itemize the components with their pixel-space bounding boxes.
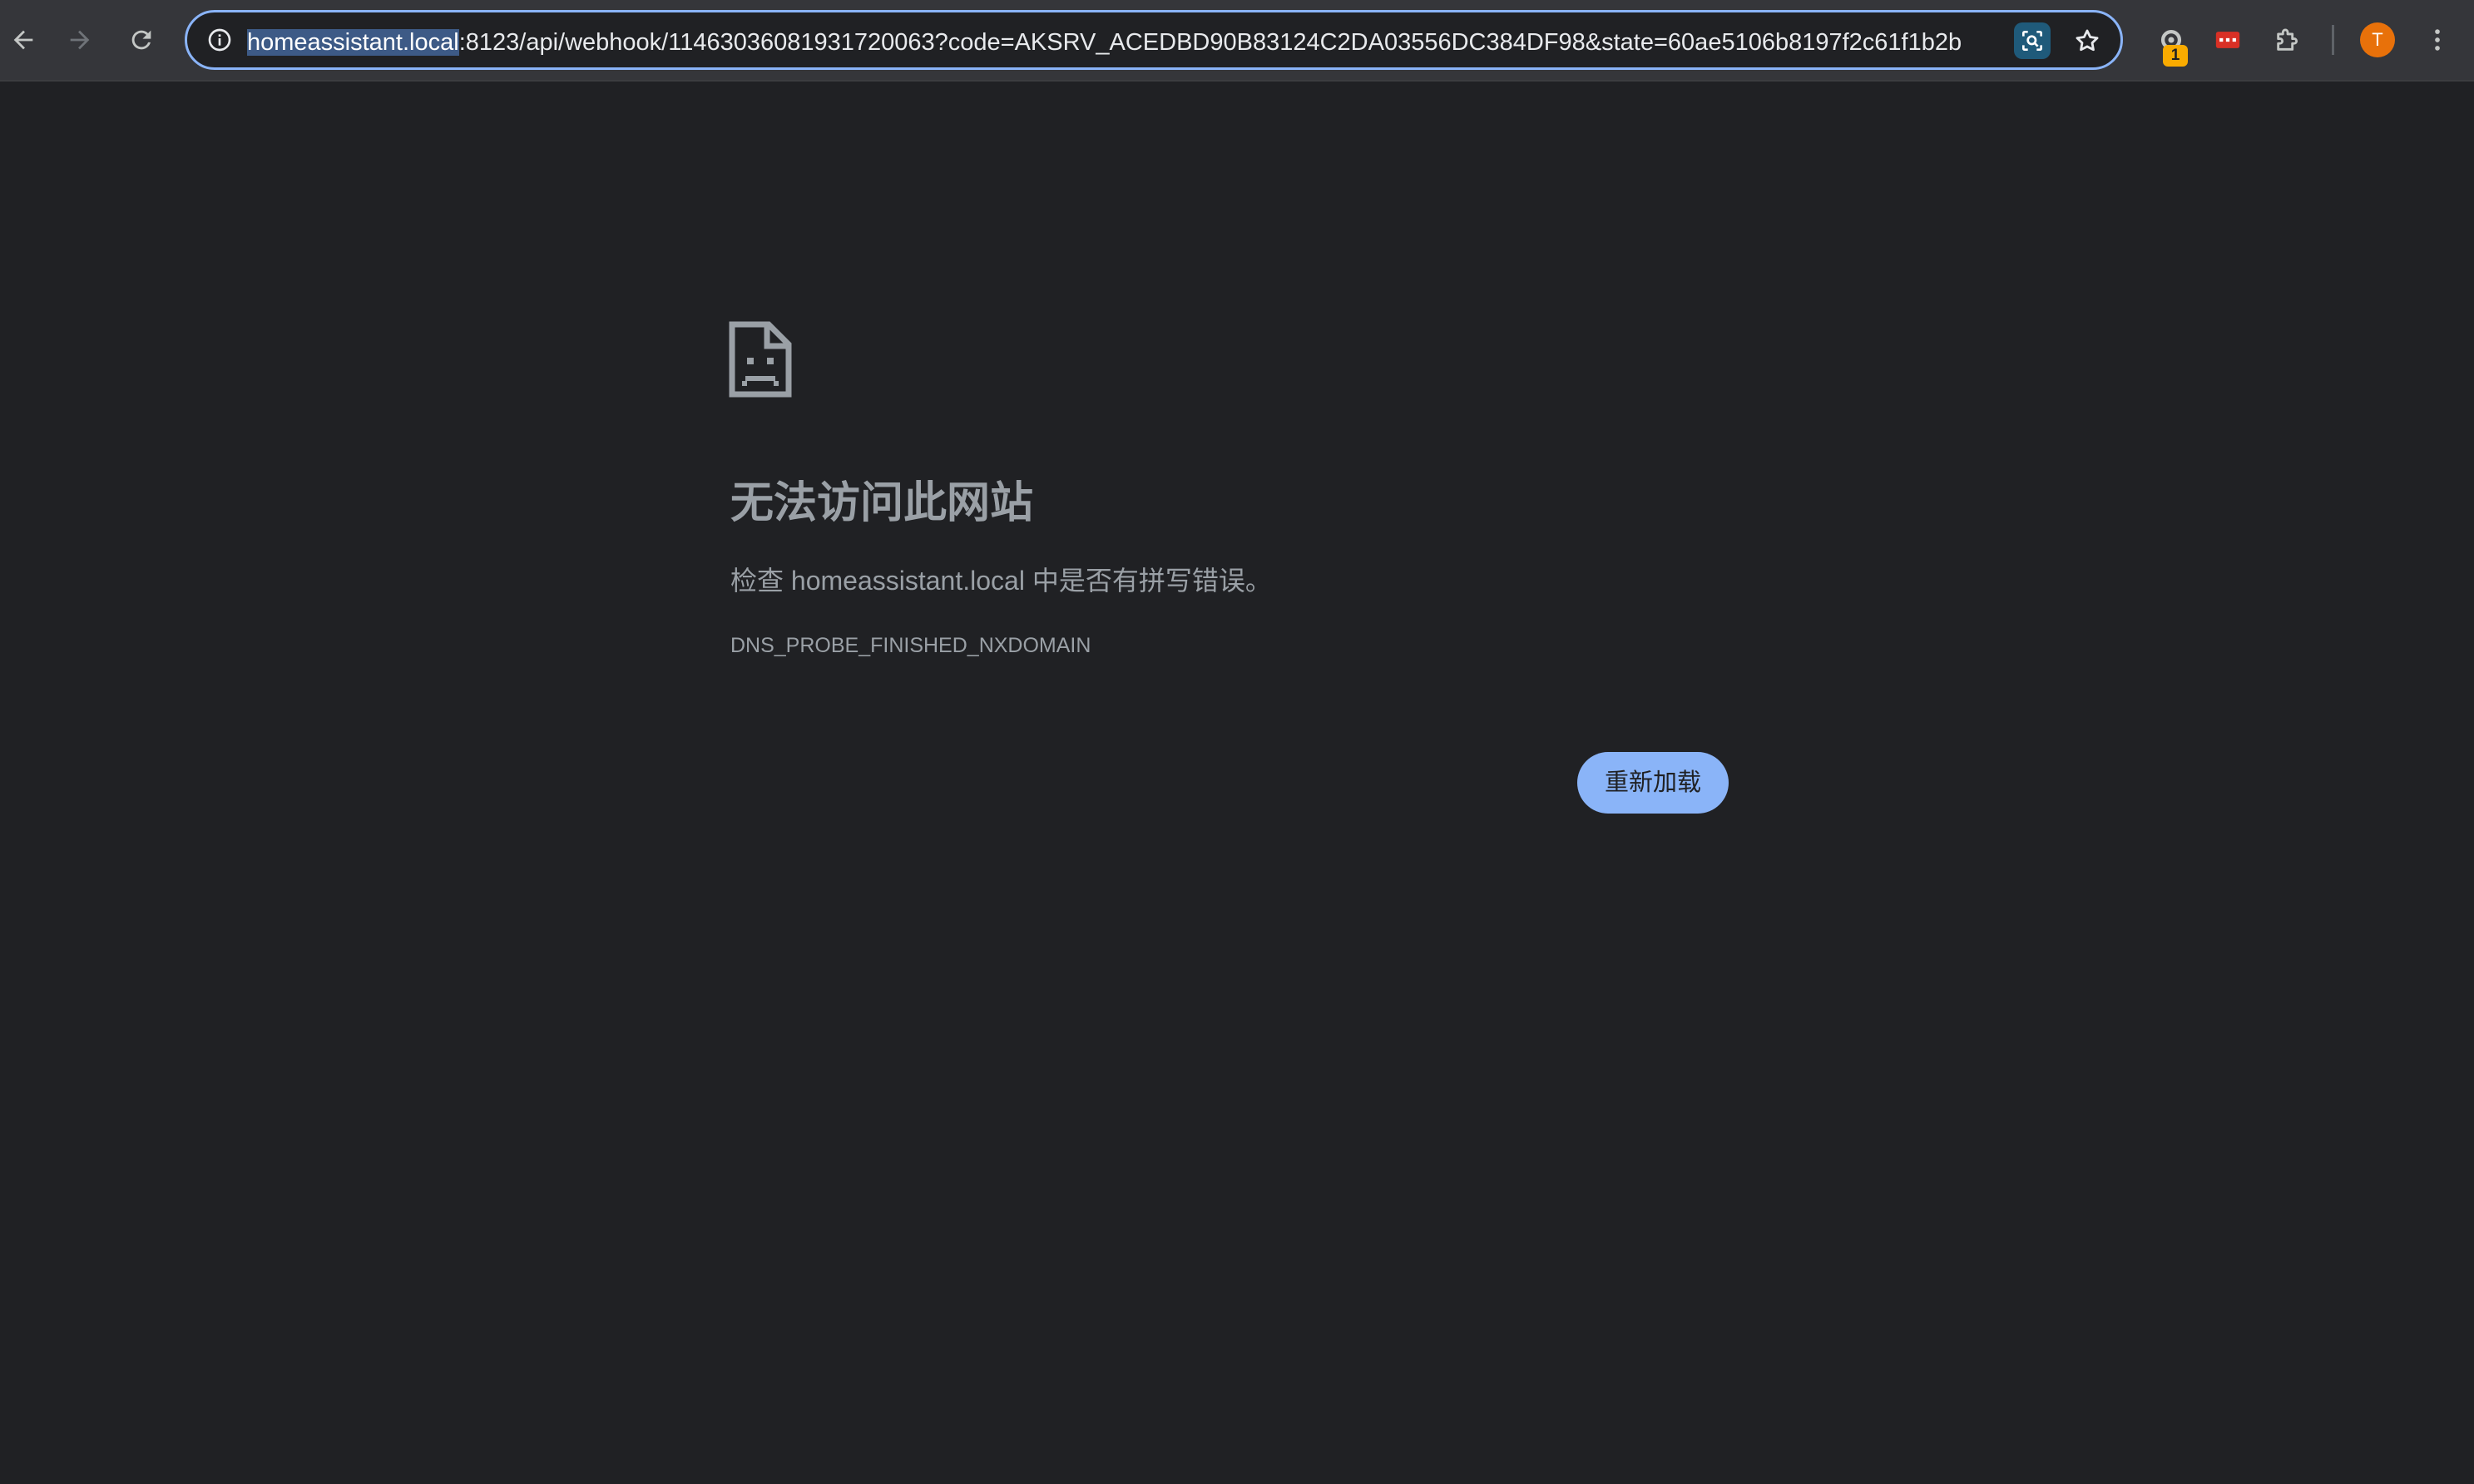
- bookmark-button[interactable]: [2067, 21, 2107, 61]
- toolbar-divider: [2332, 25, 2334, 55]
- arrow-left-icon: [13, 30, 33, 50]
- address-bar[interactable]: homeassistant.local:8123/api/webhook/114…: [185, 10, 2123, 70]
- puzzle-icon: [2277, 28, 2298, 51]
- info-icon: [208, 28, 231, 52]
- profile-avatar[interactable]: T: [2360, 22, 2395, 57]
- url-host: homeassistant.local: [247, 29, 459, 56]
- url-text[interactable]: homeassistant.local:8123/api/webhook/114…: [247, 26, 1962, 59]
- browser-menu-button[interactable]: [2416, 18, 2459, 62]
- error-description: 检查 homeassistant.local 中是否有拼写错误。: [730, 566, 1272, 596]
- back-button[interactable]: [2, 18, 45, 62]
- forward-button[interactable]: [58, 18, 101, 62]
- extension-badge: 1: [2163, 45, 2188, 67]
- url-path: :8123/api/webhook/11463036081931720063?c…: [458, 29, 1962, 56]
- browser-toolbar: homeassistant.local:8123/api/webhook/114…: [0, 0, 2474, 82]
- sad-document-icon: [729, 321, 792, 398]
- arrow-right-icon: [70, 30, 90, 50]
- error-page: [0, 82, 2474, 1484]
- refresh-icon: [131, 30, 151, 50]
- reload-button[interactable]: 重新加载: [1577, 752, 1729, 814]
- star-icon: [2076, 29, 2099, 52]
- error-code: DNS_PROBE_FINISHED_NXDOMAIN: [730, 634, 1091, 657]
- lens-search-button[interactable]: [2014, 22, 2051, 59]
- password-manager-icon: [2215, 32, 2240, 48]
- site-info-button[interactable]: [202, 22, 237, 57]
- reload-toolbar-button[interactable]: [120, 18, 163, 62]
- password-manager-extension-button[interactable]: [2206, 18, 2249, 62]
- more-vert-icon: [2435, 29, 2440, 51]
- extensions-menu-button[interactable]: [2266, 18, 2309, 62]
- error-title: 无法访问此网站: [730, 479, 1034, 527]
- lens-icon: [2022, 31, 2042, 51]
